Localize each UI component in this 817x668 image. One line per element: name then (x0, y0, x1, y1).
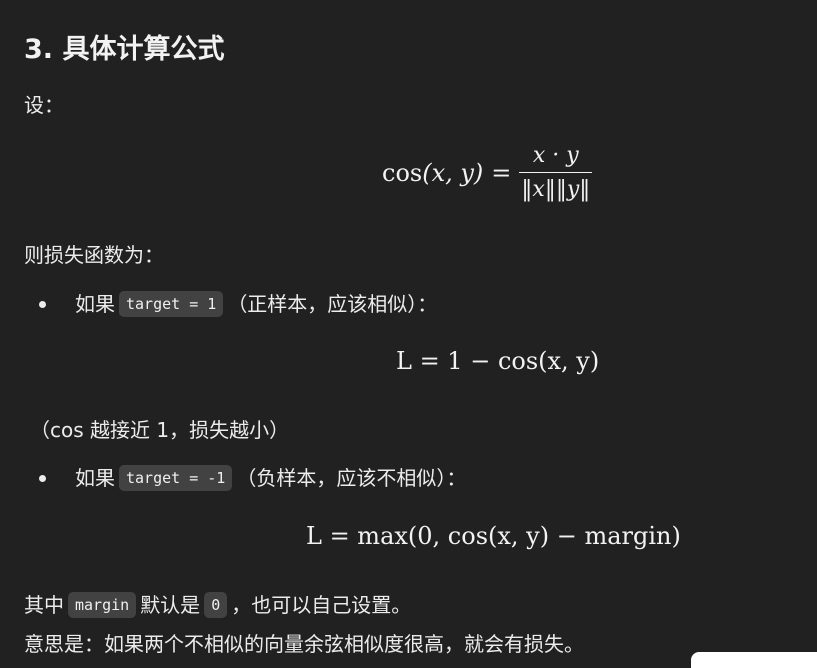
formula-negative-loss: L = max(0, cos(x, y) − margin) (306, 522, 681, 550)
bullet-suffix: （负样本，应该不相似）： (236, 466, 467, 490)
fraction: x · y ‖x‖‖y‖ (519, 143, 593, 202)
inline-code-margin: margin (68, 592, 137, 618)
margin-suffix: ，也可以自己设置。 (231, 593, 412, 617)
inline-code-target-negative: target = -1 (119, 465, 233, 491)
margin-middle: 默认是 (140, 593, 201, 617)
fraction-numerator: x · y (532, 143, 579, 168)
intro-text: 设： (24, 93, 64, 117)
cos-label: cos (382, 158, 423, 187)
section-heading: 3. 具体计算公式 (24, 34, 225, 65)
equals-sign: = (491, 158, 512, 187)
loss-intro-text: 则损失函数为： (24, 243, 164, 267)
cosine-formula: cos (x, y) = x · y ‖x‖‖y‖ (382, 143, 593, 202)
inline-code-target-positive: target = 1 (119, 291, 224, 317)
formula-positive-loss: L = 1 − cos(x, y) (396, 347, 600, 375)
cos-args: (x, y) (422, 158, 484, 187)
bullet-dot (39, 474, 46, 482)
bullet-prefix: 如果 (75, 292, 115, 316)
bullet-prefix: 如果 (75, 466, 115, 490)
bullet-negative: 如果 target = -1 （负样本，应该不相似）： (34, 463, 466, 493)
bullet-suffix: （正样本，应该相似）： (227, 292, 438, 316)
meaning-text: 意思是：如果两个不相似的向量余弦相似度很高，就会有损失。 (24, 632, 584, 656)
fraction-denominator: ‖x‖‖y‖ (519, 172, 593, 202)
overlay-panel-edge (691, 652, 817, 668)
margin-line: 其中 margin 默认是 0 ，也可以自己设置。 (24, 590, 411, 620)
margin-prefix: 其中 (24, 593, 64, 617)
inline-code-zero: 0 (204, 592, 228, 618)
bullet-dot (39, 300, 46, 308)
note-positive: （cos 越接近 1，损失越小） (30, 418, 290, 442)
bullet-positive: 如果 target = 1 （正样本，应该相似）： (34, 289, 437, 319)
